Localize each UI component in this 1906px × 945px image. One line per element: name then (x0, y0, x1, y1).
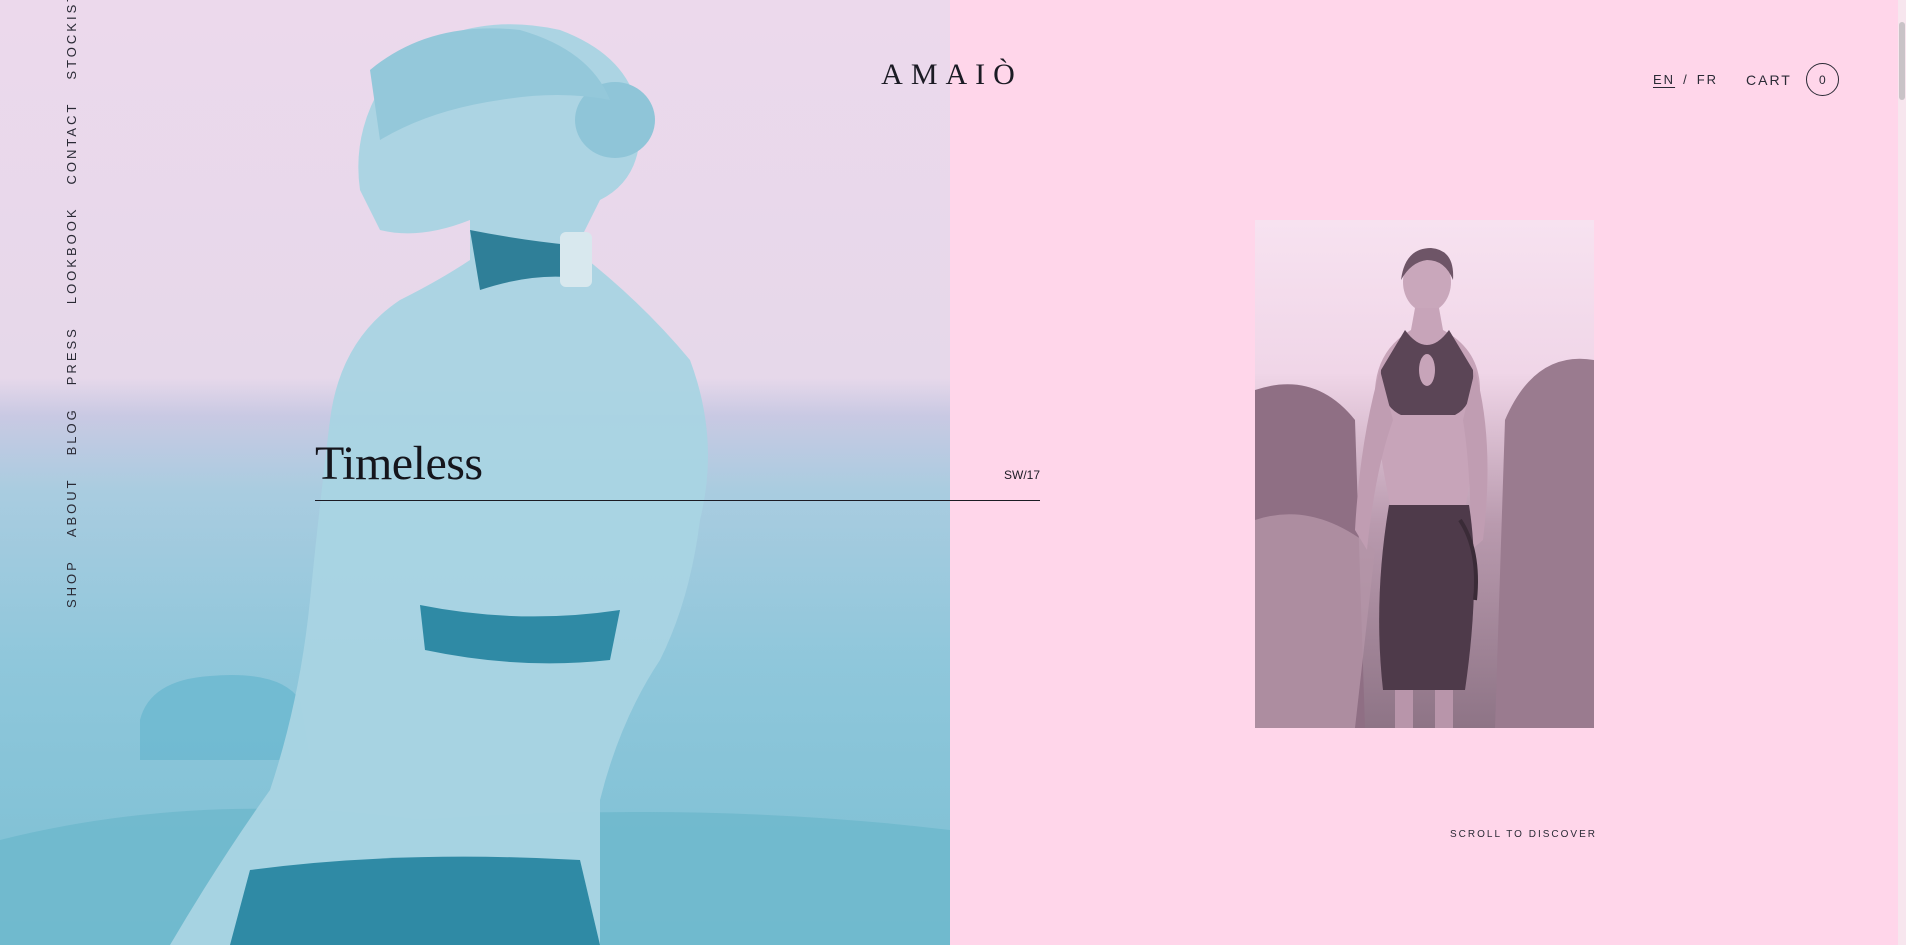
scroll-to-discover[interactable]: SCROLL TO DISCOVER (1450, 829, 1597, 840)
product-model-illustration (1255, 248, 1594, 728)
page-scrollbar[interactable] (1898, 0, 1906, 945)
product-photo[interactable] (1255, 220, 1594, 728)
nav-item-shop[interactable]: SHOP (64, 559, 79, 608)
nav-item-contact[interactable]: CONTACT (64, 102, 79, 185)
hero-headline-block: Timeless SW/17 (315, 438, 1040, 501)
nav-item-blog[interactable]: BLOG (64, 407, 79, 455)
nav-item-press[interactable]: PRESS (64, 326, 79, 385)
nav-item-lookbook[interactable]: LOOKBOOK (64, 206, 79, 304)
scrollbar-thumb[interactable] (1899, 22, 1905, 100)
lang-fr-link[interactable]: FR (1697, 72, 1718, 87)
hero-headline: Timeless (315, 437, 483, 490)
nav-item-about[interactable]: ABOUT (64, 477, 79, 537)
lang-separator: / (1683, 72, 1689, 87)
side-navigation: SHOP ABOUT BLOG PRESS LOOKBOOK CONTACT S… (64, 0, 79, 608)
nav-item-stockists[interactable]: STOCKISTS (64, 0, 79, 80)
cart-button[interactable]: CART 0 (1746, 63, 1839, 96)
lang-en-link[interactable]: EN (1653, 72, 1675, 87)
cart-count-badge: 0 (1805, 63, 1839, 96)
cart-label: CART (1746, 71, 1792, 88)
language-switcher: EN / FR (1653, 72, 1718, 87)
season-label: SW/17 (1003, 468, 1040, 482)
brand-logo[interactable]: AMAIÒ (872, 58, 1032, 92)
